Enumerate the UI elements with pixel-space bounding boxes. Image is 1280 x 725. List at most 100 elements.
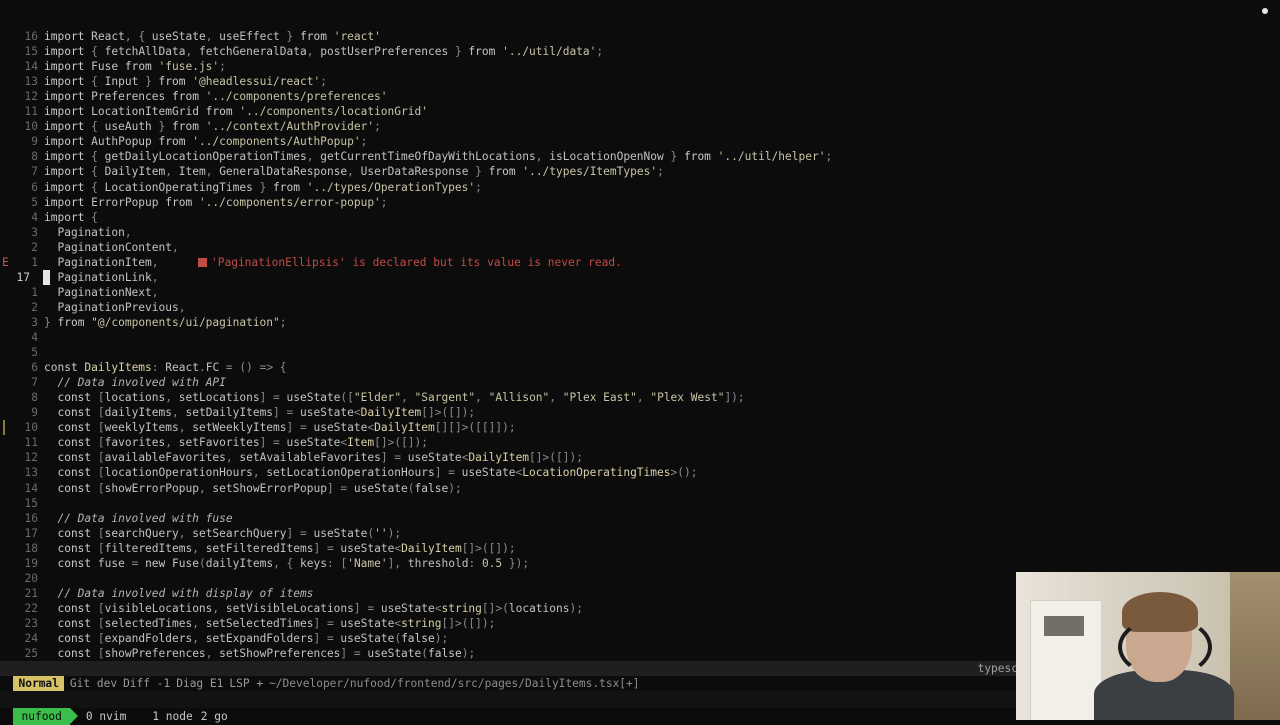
- code-text[interactable]: const [dailyItems, setDailyItems] = useS…: [44, 405, 475, 420]
- code-text[interactable]: const [showErrorPopup, setShowErrorPopup…: [44, 481, 461, 496]
- code-line[interactable]: 5 import ErrorPopup from '../components/e…: [0, 195, 1280, 210]
- code-text[interactable]: const [searchQuery, setSearchQuery] = us…: [44, 526, 401, 541]
- code-line[interactable]: 8 const [locations, setLocations] = useS…: [0, 390, 1280, 405]
- code-line[interactable]: 4: [0, 330, 1280, 345]
- code-line[interactable]: 2 PaginationContent,: [0, 240, 1280, 255]
- code-text[interactable]: Pagination,: [44, 225, 131, 240]
- line-number: 17: [16, 270, 30, 284]
- code-line[interactable]: 11 const [favorites, setFavorites] = use…: [0, 435, 1280, 450]
- code-text[interactable]: import {: [44, 210, 98, 225]
- code-text[interactable]: const fuse = new Fuse(dailyItems, { keys…: [44, 556, 529, 571]
- code-line[interactable]: 14 import Fuse from 'fuse.js';: [0, 59, 1280, 74]
- code-line[interactable]: 10 const [weeklyItems, setWeeklyItems] =…: [0, 420, 1280, 436]
- code-text[interactable]: import LocationItemGrid from '../compone…: [44, 104, 428, 119]
- code-text[interactable]: PaginationPrevious,: [44, 300, 185, 315]
- code-text[interactable]: const [selectedTimes, setSelectedTimes] …: [44, 616, 495, 631]
- code-token: }: [468, 165, 489, 179]
- code-text[interactable]: PaginationContent,: [44, 240, 178, 255]
- code-token: ,: [172, 406, 186, 420]
- code-text[interactable]: import Preferences from '../components/p…: [44, 89, 388, 104]
- code-token: FC: [205, 361, 220, 375]
- code-line[interactable]: 17 PaginationLink,: [0, 269, 1280, 285]
- code-line[interactable]: 8 import { getDailyLocationOperationTimes…: [0, 149, 1280, 164]
- code-text[interactable]: import { getDailyLocationOperationTimes,…: [44, 149, 832, 164]
- code-token: ,: [535, 150, 550, 164]
- code-line[interactable]: 3 Pagination,: [0, 225, 1280, 240]
- code-token: Pagination: [44, 225, 125, 239]
- code-line[interactable]: 15: [0, 496, 1280, 511]
- code-text[interactable]: const [availableFavorites, setAvailableF…: [44, 450, 582, 465]
- code-token: setFilteredItems: [205, 541, 314, 555]
- code-text[interactable]: import React, { useState, useEffect } fr…: [44, 29, 381, 44]
- code-token: weeklyItems: [104, 421, 179, 435]
- code-line[interactable]: 13 const [locationOperationHours, setLoc…: [0, 465, 1280, 480]
- code-token: [: [97, 526, 105, 540]
- code-line[interactable]: 5: [0, 345, 1280, 360]
- code-line[interactable]: 12 import Preferences from '../components…: [0, 89, 1280, 104]
- code-token: from: [273, 180, 307, 194]
- code-token: false: [401, 632, 435, 645]
- code-line[interactable]: 12 const [availableFavorites, setAvailab…: [0, 450, 1280, 465]
- code-text[interactable]: import AuthPopup from '../components/Aut…: [44, 134, 367, 149]
- code-token: fuse: [97, 556, 125, 570]
- code-text[interactable]: import { LocationOperatingTimes } from '…: [44, 180, 482, 195]
- code-text[interactable]: import { DailyItem, Item, GeneralDataRes…: [44, 164, 664, 179]
- code-text[interactable]: // Data involved with display of items: [44, 586, 313, 601]
- code-token: ] =: [259, 436, 287, 450]
- tmux-window-0[interactable]: 0 nvim: [86, 708, 126, 725]
- code-text[interactable]: const [locations, setLocations] = useSta…: [44, 390, 744, 405]
- tmux-window-2[interactable]: 2 go: [201, 708, 228, 725]
- code-editor[interactable]: 16 import React, { useState, useEffect } …: [0, 28, 1280, 661]
- code-line[interactable]: 9 import AuthPopup from '../components/Au…: [0, 134, 1280, 149]
- code-line[interactable]: 4 import {: [0, 210, 1280, 225]
- code-line[interactable]: 10 import { useAuth } from '../context/Au…: [0, 119, 1280, 134]
- code-line[interactable]: 7 // Data involved with API: [0, 375, 1280, 390]
- code-text[interactable]: const [expandFolders, setExpandFolders] …: [44, 631, 448, 646]
- code-line[interactable]: 17 const [searchQuery, setSearchQuery] =…: [0, 526, 1280, 541]
- code-text[interactable]: const [filteredItems, setFilteredItems] …: [44, 541, 515, 556]
- code-line[interactable]: 16 import React, { useState, useEffect } …: [0, 29, 1280, 44]
- code-line[interactable]: 1 PaginationNext,: [0, 285, 1280, 300]
- code-line[interactable]: 13 import { Input } from '@headlessui/rea…: [0, 74, 1280, 89]
- code-text[interactable]: import Fuse from 'fuse.js';: [44, 59, 226, 74]
- code-token: "Elder": [353, 391, 402, 405]
- code-token: ,: [185, 45, 199, 59]
- code-text[interactable]: PaginationNext,: [44, 285, 158, 300]
- code-text[interactable]: } from "@/components/ui/pagination";: [44, 315, 287, 330]
- code-line[interactable]: 11 import LocationItemGrid from '../compo…: [0, 104, 1280, 119]
- code-token: '@headlessui/react': [192, 75, 321, 89]
- code-token: [: [97, 406, 105, 420]
- code-text[interactable]: const DailyItems: React.FC = () => {: [44, 360, 287, 375]
- code-line[interactable]: 16 // Data involved with fuse: [0, 511, 1280, 526]
- code-token: useAuth: [104, 120, 152, 134]
- code-line[interactable]: 15 import { fetchAllData, fetchGeneralDat…: [0, 44, 1280, 59]
- code-line[interactable]: 2 PaginationPrevious,: [0, 300, 1280, 315]
- tmux-window-1[interactable]: 1 node: [152, 708, 192, 725]
- code-text[interactable]: // Data involved with API: [44, 375, 225, 390]
- code-token: DailyItem: [374, 421, 435, 435]
- code-token: ,: [178, 421, 193, 435]
- code-text[interactable]: const [weeklyItems, setWeeklyItems] = us…: [44, 420, 515, 435]
- code-line[interactable]: 19 const fuse = new Fuse(dailyItems, { k…: [0, 556, 1280, 571]
- code-text[interactable]: const [visibleLocations, setVisibleLocat…: [44, 601, 583, 616]
- code-text[interactable]: // Data involved with fuse: [44, 511, 232, 526]
- code-line[interactable]: E 1 PaginationItem, 'PaginationEllipsis' i…: [0, 255, 1280, 270]
- code-token: (: [198, 556, 206, 570]
- code-text[interactable]: const [favorites, setFavorites] = useSta…: [44, 435, 428, 450]
- code-text[interactable]: PaginationLink,: [44, 270, 158, 285]
- code-text[interactable]: const [showPreferences, setShowPreferenc…: [44, 646, 475, 661]
- code-text[interactable]: import { fetchAllData, fetchGeneralData,…: [44, 44, 603, 59]
- code-text[interactable]: import { Input } from '@headlessui/react…: [44, 74, 327, 89]
- code-text[interactable]: import ErrorPopup from '../components/er…: [44, 195, 388, 210]
- code-text[interactable]: const [locationOperationHours, setLocati…: [44, 465, 697, 480]
- code-line[interactable]: 6 import { LocationOperatingTimes } from …: [0, 180, 1280, 195]
- code-line[interactable]: 7 import { DailyItem, Item, GeneralDataRe…: [0, 164, 1280, 179]
- code-line[interactable]: 18 const [filteredItems, setFilteredItem…: [0, 541, 1280, 556]
- code-text[interactable]: import { useAuth } from '../context/Auth…: [44, 119, 381, 134]
- code-text[interactable]: PaginationItem,: [44, 255, 158, 270]
- code-line[interactable]: 3} from "@/components/ui/pagination";: [0, 315, 1280, 330]
- code-line[interactable]: 14 const [showErrorPopup, setShowErrorPo…: [0, 481, 1280, 496]
- background-shelf: [1230, 572, 1280, 720]
- code-line[interactable]: 6 const DailyItems: React.FC = () => {: [0, 360, 1280, 375]
- code-line[interactable]: 9 const [dailyItems, setDailyItems] = us…: [0, 405, 1280, 420]
